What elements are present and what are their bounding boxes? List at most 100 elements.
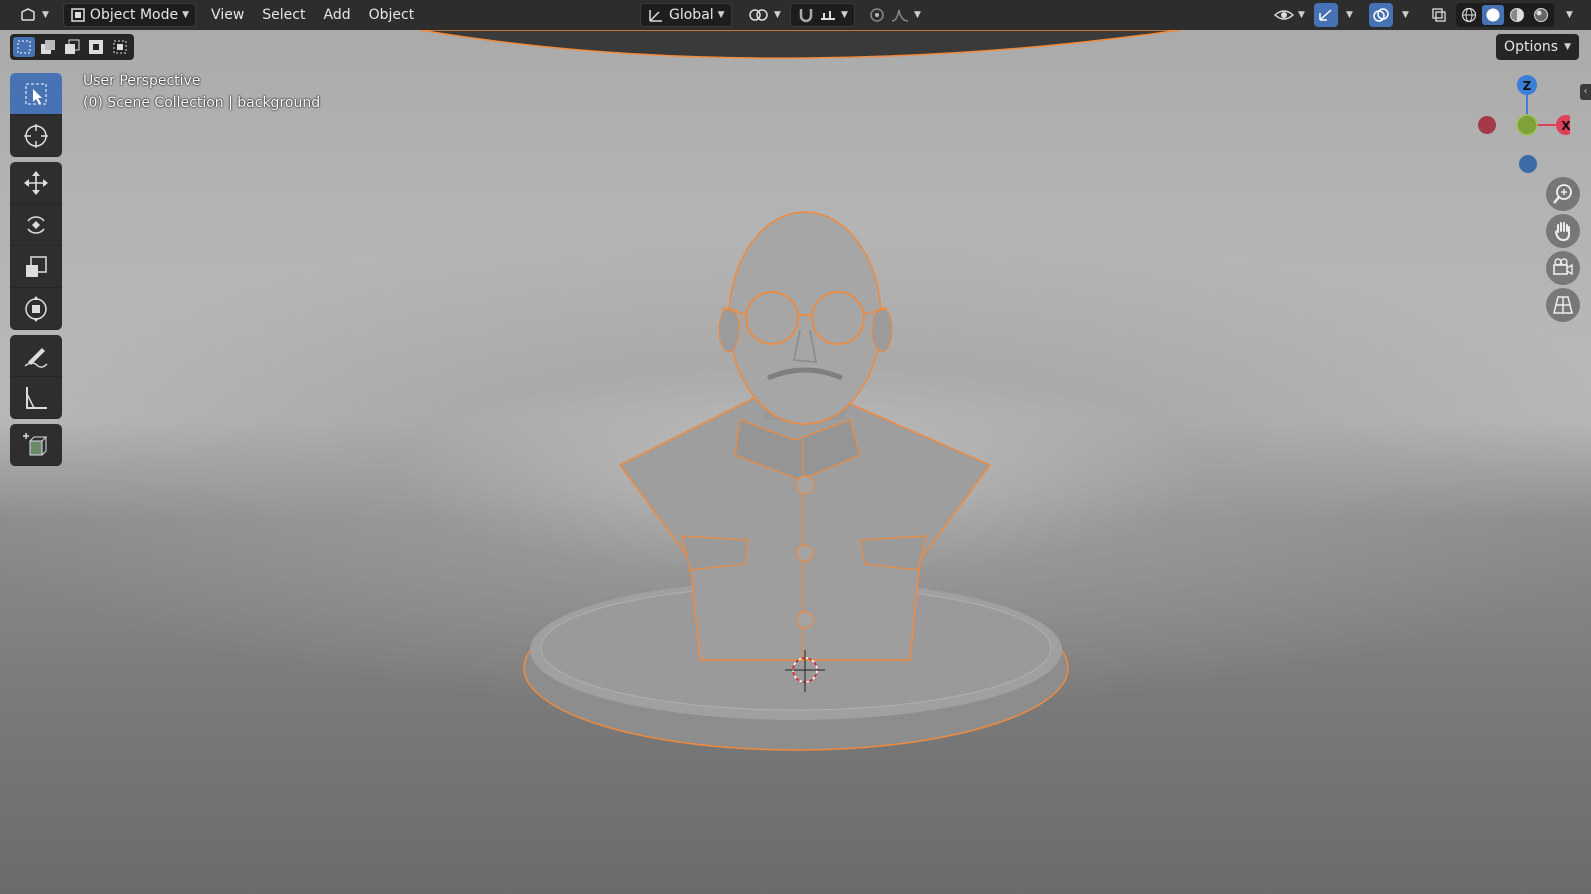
camera-view-button[interactable] [1546, 251, 1580, 285]
transform-icon [25, 295, 47, 322]
overlays-toggle-button[interactable] [1369, 3, 1393, 27]
snap-grid-icon [821, 11, 835, 20]
chevron-down-icon: ▼ [1564, 42, 1571, 52]
menu-object[interactable]: Object [360, 3, 424, 27]
header-bar: ▼ Object Mode ▼ View Select Add Object G… [0, 0, 1591, 30]
select-box-icon [25, 83, 47, 104]
cursor-icon [24, 123, 48, 148]
select-intersect-button[interactable] [109, 37, 131, 57]
shading-solid-button[interactable] [1482, 5, 1504, 25]
scene-render [419, 29, 1181, 751]
viewport-perspective-label: User Perspective [83, 73, 201, 89]
chevron-down-icon[interactable]: ▼ [1402, 10, 1409, 20]
xray-toggle-button[interactable] [1428, 3, 1450, 27]
scale-icon [26, 255, 47, 277]
chevron-down-icon: ▼ [914, 10, 921, 20]
falloff-curve-icon [891, 9, 909, 22]
tool-rotate[interactable] [10, 204, 62, 246]
zoom-button[interactable] [1546, 177, 1580, 211]
gizmo-toggle-button[interactable] [1314, 3, 1338, 27]
measure-icon [26, 386, 47, 409]
select-extend-icon [41, 40, 55, 54]
annotate-icon [24, 347, 48, 368]
tool-group-transform [10, 162, 62, 330]
rendered-sphere-icon [1534, 8, 1548, 22]
options-label: Options [1504, 39, 1559, 55]
tool-transform[interactable] [10, 288, 62, 330]
magnet-icon [799, 9, 813, 23]
tool-group-select [10, 73, 62, 157]
tool-cursor[interactable] [10, 115, 62, 157]
proportional-editing-button[interactable]: ▼ [862, 3, 927, 27]
overlays-icon [1373, 8, 1389, 22]
bust-head [728, 211, 882, 425]
tool-measure[interactable] [10, 377, 62, 419]
gizmo-x-label: X [1561, 119, 1570, 133]
snap-button[interactable]: ▼ [790, 3, 855, 27]
menu-view[interactable]: View [202, 3, 253, 27]
shading-material-button[interactable] [1506, 5, 1528, 25]
chevron-down-icon: ▼ [1298, 10, 1305, 20]
transform-orientation-selector[interactable]: Global ▼ [640, 3, 732, 27]
wireframe-sphere-icon [1461, 7, 1477, 23]
tool-add-cube[interactable] [10, 424, 62, 466]
camera-icon [1553, 258, 1573, 276]
chevron-down-icon: ▼ [841, 10, 848, 20]
chevron-down-icon[interactable]: ▼ [1346, 10, 1353, 20]
grid-view-icon [1553, 296, 1573, 314]
gizmo-icon [1319, 9, 1332, 21]
chevron-down-icon: ▼ [42, 10, 49, 20]
tool-group-annotate [10, 335, 62, 419]
mode-label: Object Mode [89, 7, 179, 23]
tool-shelf [10, 73, 62, 471]
visibility-button[interactable]: ▼ [1268, 3, 1311, 27]
select-invert-icon [89, 40, 103, 54]
pivot-point-button[interactable]: ▼ [742, 3, 787, 27]
sidebar-toggle-arrow[interactable]: ‹ [1580, 84, 1591, 100]
material-sphere-icon [1510, 8, 1524, 22]
select-invert-button[interactable] [85, 37, 107, 57]
shading-mode-group [1456, 3, 1554, 27]
zoom-icon [1553, 184, 1572, 204]
select-subtract-button[interactable] [61, 37, 83, 57]
gizmo-z-label: Z [1523, 79, 1532, 93]
select-new-button[interactable] [13, 37, 35, 57]
viewport-collection-label: (0) Scene Collection | background [83, 95, 321, 111]
select-intersect-icon [113, 40, 127, 54]
tool-group-add [10, 424, 62, 466]
menu-bar: View Select Add Object [202, 3, 423, 27]
menu-add[interactable]: Add [314, 3, 359, 27]
shading-rendered-button[interactable] [1530, 5, 1552, 25]
menu-select[interactable]: Select [253, 3, 314, 27]
tool-scale[interactable] [10, 246, 62, 288]
perspective-toggle-button[interactable] [1546, 288, 1580, 322]
rotate-icon [27, 215, 45, 234]
object-mode-icon [71, 8, 85, 22]
navigation-gizmo[interactable]: Z X [1460, 70, 1570, 180]
tool-move[interactable] [10, 162, 62, 204]
select-extend-button[interactable] [37, 37, 59, 57]
orientation-label: Global [669, 7, 714, 23]
add-cube-icon [23, 432, 48, 455]
tool-select-box[interactable] [10, 73, 62, 115]
mode-selector[interactable]: Object Mode ▼ [62, 3, 197, 27]
chevron-down-icon[interactable]: ▼ [1566, 10, 1573, 20]
chevron-down-icon: ▼ [774, 10, 781, 20]
tool-annotate[interactable] [10, 335, 62, 377]
shading-wireframe-button[interactable] [1458, 5, 1480, 25]
options-dropdown[interactable]: Options ▼ [1496, 34, 1579, 60]
editor-type-button[interactable]: ▼ [14, 3, 55, 27]
pan-button[interactable] [1546, 214, 1580, 248]
gizmo-neg-x-axis[interactable] [1478, 116, 1496, 134]
gizmo-y-axis[interactable] [1516, 114, 1538, 136]
select-subtract-icon [65, 39, 80, 54]
solid-sphere-icon [1486, 8, 1500, 22]
eye-icon [1274, 10, 1294, 20]
3d-viewport[interactable] [0, 0, 1591, 894]
xray-icon [1432, 8, 1446, 22]
chevron-down-icon: ▼ [717, 10, 725, 20]
gizmo-neg-z-axis[interactable] [1519, 155, 1537, 173]
move-icon [24, 170, 48, 195]
orientation-icon [649, 10, 662, 22]
selection-mode-bar [10, 34, 134, 60]
